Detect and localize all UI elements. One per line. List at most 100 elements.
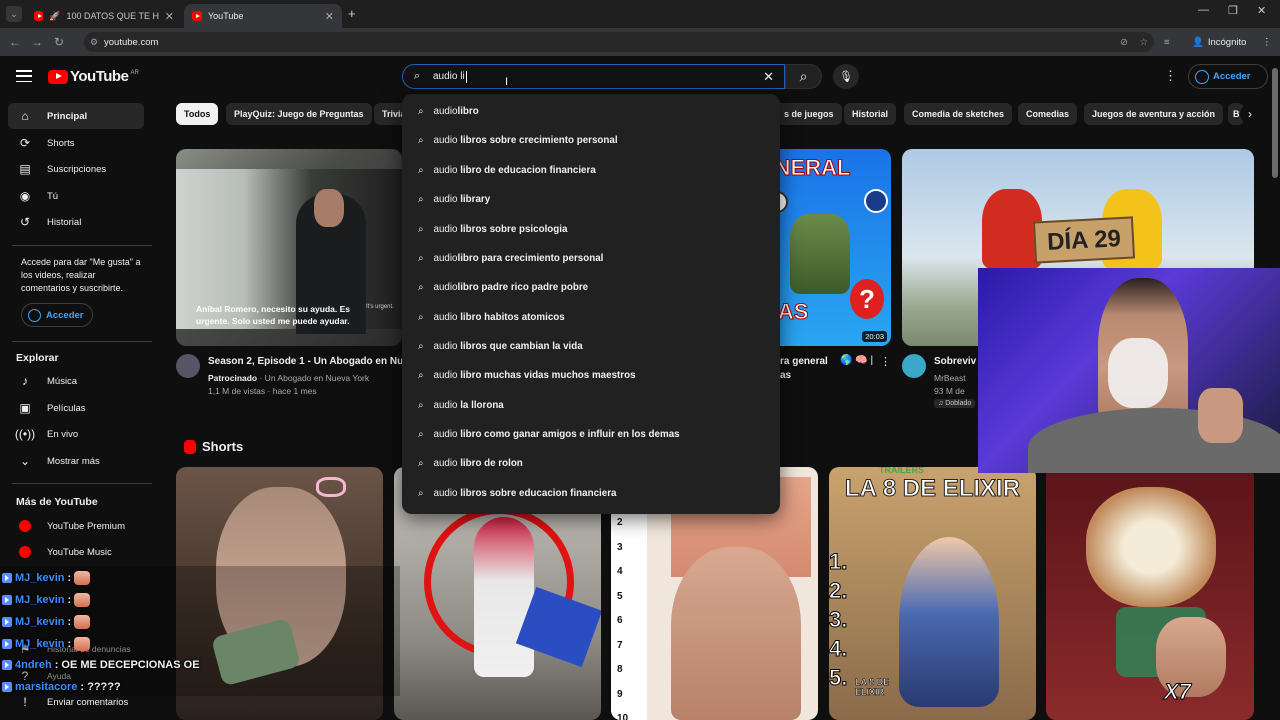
site-info-icon[interactable]: ⚙: [90, 37, 98, 48]
suggestion-item[interactable]: ⌕ audio libros sobre crecimiento personal: [402, 126, 780, 155]
short-thumbnail[interactable]: TRAILERS LA 8 DE ELIXIR 1. 2. 3. 4. 5. LA 8 …: [829, 467, 1036, 720]
dubbed-badge: ♫ Doblado: [934, 399, 976, 408]
video-title[interactable]: ra general: [780, 355, 828, 368]
rocket-icon: 🚀: [49, 10, 61, 21]
suggestion-item[interactable]: ⌕ audiolibro padre rico padre pobre: [402, 273, 780, 302]
search-icon: ⌕: [418, 165, 424, 176]
close-tab-icon[interactable]: ✕: [165, 10, 174, 23]
country-code: AR: [130, 69, 139, 76]
video-channel[interactable]: MrBeast: [934, 372, 966, 384]
suggestion-item[interactable]: ⌕ audio libro como ganar amigos e influir…: [402, 420, 780, 449]
sidebar-item-subscriptions[interactable]: ▤ Suscripciones: [8, 156, 144, 182]
sidebar-item-music-app[interactable]: YouTube Music: [8, 539, 144, 565]
question-mark-icon: ?: [850, 279, 884, 319]
address-bar[interactable]: ⚙ youtube.com ⊘ ☆: [84, 32, 1154, 52]
search-value: audio li: [433, 71, 465, 82]
chip-adventure-games[interactable]: Juegos de aventura y acción: [1084, 103, 1224, 125]
page-scrollbar[interactable]: [1272, 68, 1278, 178]
chips-next-icon[interactable]: ›: [1240, 104, 1260, 124]
back-icon[interactable]: ←: [4, 35, 26, 49]
sidebar-item-shorts[interactable]: ⟳ Shorts: [8, 130, 144, 156]
channel-avatar[interactable]: [902, 354, 926, 378]
video-title[interactable]: Sobreviv: [934, 355, 976, 368]
chat-message: MJ_kevin:: [2, 571, 91, 585]
chip-comedy[interactable]: Comedias: [1018, 103, 1078, 125]
text-cursor-icon: I: [505, 76, 509, 88]
webcam-overlay: [978, 268, 1280, 473]
short-title-overlay: LA 8 DE ELIXIR: [844, 475, 1021, 503]
close-window-button[interactable]: ✕: [1257, 4, 1266, 17]
tab-youtube[interactable]: YouTube ✕: [184, 4, 342, 28]
chip-playquiz[interactable]: PlayQuiz: Juego de Preguntas: [226, 103, 372, 125]
search-icon: ⌕: [418, 106, 424, 117]
sidebar-signin-button[interactable]: Acceder: [21, 303, 93, 327]
youtube-logo[interactable]: YouTube AR: [48, 68, 139, 85]
chevron-down-icon: ⌄: [19, 454, 31, 468]
search-input[interactable]: ⌕ audio li ✕: [402, 64, 785, 89]
video-channel[interactable]: Patrocinado · Un Abogado en Nueva York: [208, 372, 369, 384]
tab-title: 100 DATOS QUE TE HARÁN: [66, 11, 159, 21]
suggestion-item[interactable]: ⌕ audio la llorona: [402, 391, 780, 420]
video-title[interactable]: Season 2, Episode 1 - Un Abogado en Nu: [208, 355, 402, 368]
settings-menu-icon[interactable]: ⋮: [1164, 68, 1177, 84]
eye-off-icon[interactable]: ⊘: [1120, 37, 1128, 48]
browser-menu-icon[interactable]: ⋮: [1262, 37, 1272, 48]
reload-icon[interactable]: ↻: [48, 35, 70, 49]
youtube-favicon-icon: [192, 11, 202, 21]
home-icon: ⌂: [21, 109, 29, 123]
search-icon: ⌕: [418, 370, 424, 381]
voice-search-button[interactable]: 🎙: [833, 64, 859, 89]
suggestion-item[interactable]: ⌕ audiolibro: [402, 97, 780, 126]
chat-message: MJ_kevin:: [2, 615, 91, 629]
clear-search-icon[interactable]: ✕: [763, 69, 774, 85]
browser-toolbar: ← → ↻ ⚙ youtube.com ⊘ ☆ ≡ 👤 Incógnito ⋮: [0, 28, 1280, 56]
sidebar-item-history[interactable]: ↺ Historial: [8, 209, 144, 235]
chip-all[interactable]: Todos: [176, 103, 219, 125]
youtube-music-icon: [18, 545, 32, 559]
signin-button[interactable]: Acceder: [1188, 64, 1268, 89]
search-suggestions: ⌕ audiolibro ⌕ audio libros sobre crecimie…: [402, 94, 780, 514]
chip-games[interactable]: s de juegos: [772, 103, 842, 125]
video-menu-icon[interactable]: ⋮: [880, 355, 891, 368]
suggestion-item[interactable]: ⌕ audio libros sobre educacion financiera: [402, 479, 780, 508]
shorts-icon: ⟳: [19, 136, 31, 150]
bookmark-star-icon[interactable]: ☆: [1139, 37, 1148, 48]
thumbs-up-hand: [1198, 388, 1243, 443]
sidebar-item-live[interactable]: ((•)) En vivo: [8, 421, 144, 447]
short-thumbnail[interactable]: X7: [1046, 467, 1254, 720]
suggestion-item[interactable]: ⌕ audio libro habitos atomicos: [402, 303, 780, 332]
feedback-icon: !: [23, 695, 27, 709]
minimize-button[interactable]: —: [1198, 4, 1209, 16]
close-tab-icon[interactable]: ✕: [325, 10, 334, 23]
channel-avatar[interactable]: [176, 354, 200, 378]
tab-datos[interactable]: 🚀 100 DATOS QUE TE HARÁN ✕: [26, 4, 182, 28]
suggestion-item[interactable]: ⌕ audio libro muchas vidas muchos maestro…: [402, 361, 780, 390]
search-button[interactable]: ⌕: [785, 64, 822, 89]
emote-icon: [74, 637, 91, 651]
suggestion-item[interactable]: ⌕ audiolibro para crecimiento personal: [402, 244, 780, 273]
video-meta: 93 M de: [934, 386, 965, 396]
forward-icon[interactable]: →: [26, 35, 48, 49]
sidebar-item-premium[interactable]: YouTube Premium: [8, 513, 144, 539]
reading-list-icon[interactable]: ≡: [1164, 37, 1170, 48]
tab-list-button[interactable]: ⌄: [6, 6, 22, 22]
suggestion-item[interactable]: ⌕ audio libros sobre psicologia: [402, 215, 780, 244]
sidebar-item-movies[interactable]: ▣ Películas: [8, 395, 144, 421]
suggestion-item[interactable]: ⌕ audio libros que cambian la vida: [402, 332, 780, 361]
hamburger-menu-icon[interactable]: [16, 70, 32, 82]
search-icon: ⌕: [418, 282, 424, 293]
chip-sketch-comedy[interactable]: Comedia de sketches: [904, 103, 1013, 125]
restore-button[interactable]: ❐: [1228, 4, 1238, 17]
suggestion-item[interactable]: ⌕ audio libro de rolon: [402, 449, 780, 478]
sidebar-item-principal[interactable]: ⌂ Principal: [8, 103, 144, 129]
signin-prompt: Accede para dar "Me gusta" a los videos,…: [21, 257, 141, 293]
new-tab-button[interactable]: +: [348, 6, 356, 21]
sidebar-item-music[interactable]: ♪ Música: [8, 368, 144, 394]
chip-history[interactable]: Historial: [844, 103, 897, 125]
suggestion-item[interactable]: ⌕ audio library: [402, 185, 780, 214]
suggestion-item[interactable]: ⌕ audio libro de educacion financiera: [402, 156, 780, 185]
sidebar-item-you[interactable]: ◉ Tú: [8, 183, 144, 209]
incognito-indicator[interactable]: 👤 Incógnito: [1192, 37, 1246, 48]
sidebar-show-more[interactable]: ⌄ Mostrar más: [8, 448, 144, 474]
video-thumbnail[interactable]: Aníbal Romero, necesito su ayuda. Es urg…: [176, 149, 402, 346]
